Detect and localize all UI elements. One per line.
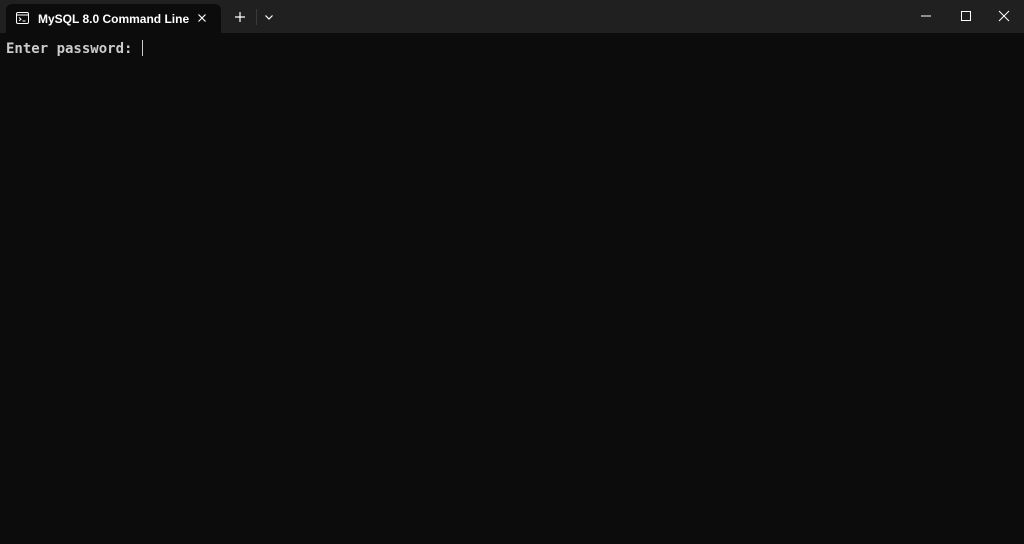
close-window-button[interactable] xyxy=(984,0,1024,32)
chevron-down-icon[interactable] xyxy=(260,9,278,25)
titlebar-divider xyxy=(256,9,257,25)
password-prompt: Enter password: xyxy=(6,41,141,57)
new-tab-icon[interactable] xyxy=(230,9,250,25)
tab-title: MySQL 8.0 Command Line Client xyxy=(38,12,191,26)
terminal-window: MySQL 8.0 Command Line Client xyxy=(0,0,1024,544)
close-icon xyxy=(998,10,1010,22)
text-cursor xyxy=(141,40,143,56)
maximize-icon xyxy=(961,11,971,21)
tab-mysql-client[interactable]: MySQL 8.0 Command Line Client xyxy=(6,4,221,33)
title-bar[interactable]: MySQL 8.0 Command Line Client xyxy=(0,0,1024,33)
maximize-button[interactable] xyxy=(946,0,986,32)
minimize-icon xyxy=(921,15,931,17)
password-prompt-line: Enter password: xyxy=(6,40,143,58)
close-tab-icon[interactable] xyxy=(194,10,210,26)
minimize-button[interactable] xyxy=(906,0,946,32)
terminal-icon xyxy=(16,12,29,24)
console-output[interactable]: Enter password: xyxy=(0,33,1024,544)
